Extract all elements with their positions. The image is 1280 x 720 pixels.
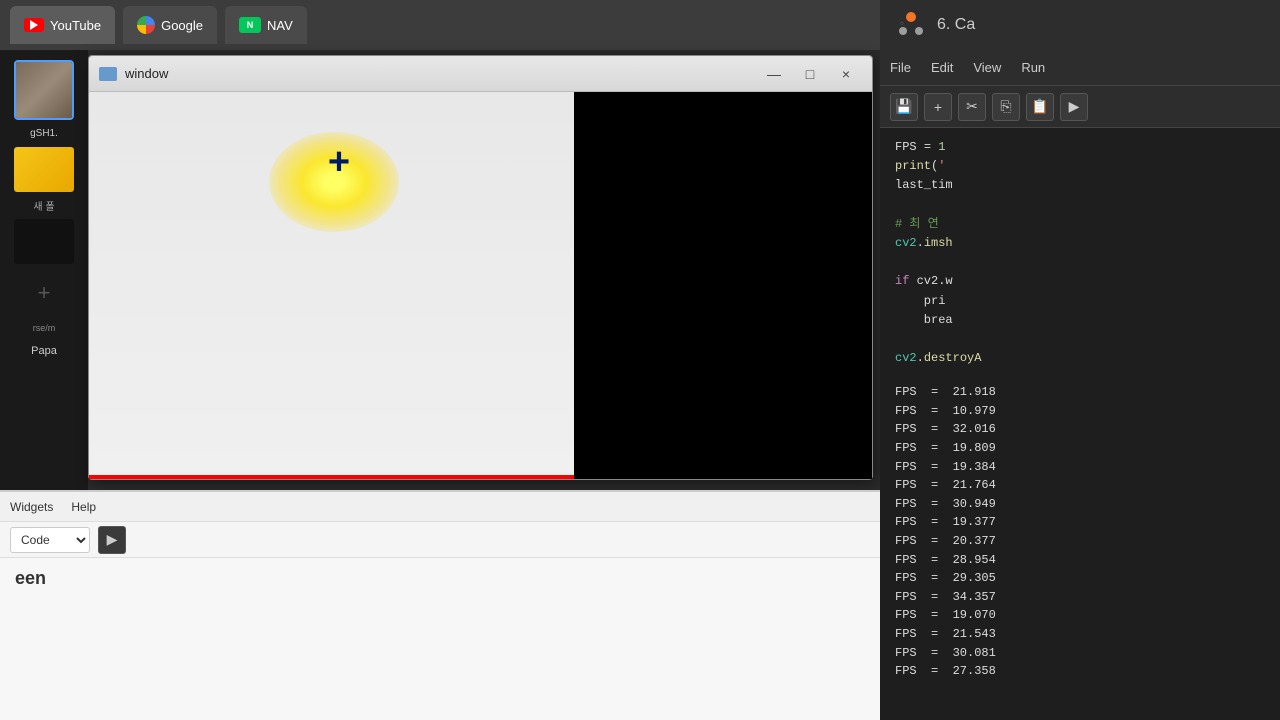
tab-google-label: Google	[161, 18, 203, 33]
sidebar-url: rse/m	[29, 321, 60, 335]
jupyter-title: 6. Ca	[937, 16, 975, 34]
tab-naver[interactable]: N NAV	[225, 6, 307, 44]
cv2-left-panel	[89, 92, 574, 479]
tab-youtube[interactable]: YouTube	[10, 6, 115, 44]
fps-line-1: FPS = 10.979	[895, 402, 1265, 421]
fps-line-7: FPS = 19.377	[895, 513, 1265, 532]
sidebar-label-1: gSH1.	[26, 126, 62, 141]
cv2-content	[89, 92, 872, 479]
menu-edit[interactable]: Edit	[931, 60, 953, 75]
code-line-destroy: cv2.destroyA	[895, 349, 1265, 368]
fps-line-3: FPS = 19.809	[895, 439, 1265, 458]
jupyter-panel: ○ 6. Ca File Edit View Run 💾 + ✂ ⎘ 📋 ▶ F…	[880, 0, 1280, 720]
cell-type-select[interactable]: Code	[10, 527, 90, 553]
toolbar-cut-btn[interactable]: ✂	[958, 93, 986, 121]
jupyter-header: ○ 6. Ca	[880, 0, 1280, 50]
notebook-menubar: Widgets Help	[0, 492, 880, 522]
code-line-comment: # 최 연	[895, 215, 1265, 234]
code-line-blank1	[895, 196, 1265, 215]
fps-line-10: FPS = 29.305	[895, 569, 1265, 588]
minimize-button[interactable]: —	[758, 63, 790, 85]
jupyter-logo-icon: ○	[895, 9, 927, 41]
code-line-if: if cv2.w	[895, 272, 1265, 291]
sidebar-thumb-1[interactable]	[14, 147, 74, 192]
code-line-brea: brea	[895, 311, 1265, 330]
cv2-titlebar: window — □ ×	[89, 56, 872, 92]
fps-line-4: FPS = 19.384	[895, 458, 1265, 477]
toolbar-copy-btn[interactable]: ⎘	[992, 93, 1020, 121]
fps-line-0: FPS = 21.918	[895, 383, 1265, 402]
menu-view[interactable]: View	[973, 60, 1001, 75]
sidebar-papa-label: Papa	[27, 341, 61, 361]
menu-run[interactable]: Run	[1021, 60, 1045, 75]
window-icon	[99, 67, 117, 81]
notebook-content: een	[0, 558, 880, 599]
code-line-fps-comment: FPS = 1	[895, 138, 1265, 157]
fps-line-9: FPS = 28.954	[895, 551, 1265, 570]
code-line-pri: pri	[895, 292, 1265, 311]
youtube-icon	[24, 18, 44, 32]
toolbar-paste-btn[interactable]: 📋	[1026, 93, 1054, 121]
fps-line-5: FPS = 21.764	[895, 476, 1265, 495]
fps-line-12: FPS = 19.070	[895, 606, 1265, 625]
code-line-imshow: cv2.imsh	[895, 234, 1265, 253]
naver-icon: N	[239, 17, 261, 33]
toolbar-add-btn[interactable]: +	[924, 93, 952, 121]
cv2-right-panel	[574, 92, 872, 479]
cell-label: een	[15, 568, 46, 588]
fps-line-11: FPS = 34.357	[895, 588, 1265, 607]
sidebar-avatar[interactable]	[14, 60, 74, 120]
sidebar-label-2: 새 폴	[33, 198, 54, 213]
toolbar-save-btn[interactable]: 💾	[890, 93, 918, 121]
code-line-last: last_tim	[895, 176, 1265, 195]
svg-text:○: ○	[900, 21, 904, 27]
jupyter-bottom: Widgets Help Code ▶ een	[0, 490, 880, 720]
fps-line-15: FPS = 27.358	[895, 662, 1265, 681]
menu-widgets[interactable]: Widgets	[10, 500, 53, 514]
tab-google[interactable]: Google	[123, 6, 217, 44]
sidebar-thumb-2[interactable]	[14, 219, 74, 264]
maximize-button[interactable]: □	[794, 63, 826, 85]
browser-tab-bar: YouTube Google N NAV	[0, 0, 880, 50]
google-icon	[137, 16, 155, 34]
window-title: window	[125, 66, 758, 81]
sidebar-add-button[interactable]: +	[14, 270, 74, 315]
window-controls: — □ ×	[758, 63, 862, 85]
fps-line-14: FPS = 30.081	[895, 644, 1265, 663]
avatar-image	[16, 62, 72, 118]
jupyter-menubar: File Edit View Run	[880, 50, 1280, 86]
crosshair-cursor	[319, 142, 359, 182]
notebook-toolbar: Code ▶	[0, 522, 880, 558]
jupyter-code-area: FPS = 1 print(' last_tim # 최 연 cv2.imsh …	[880, 128, 1280, 378]
code-line-blank2	[895, 253, 1265, 272]
fps-line-13: FPS = 21.543	[895, 625, 1265, 644]
code-line-blank3	[895, 330, 1265, 349]
toolbar-run-btn[interactable]: ▶	[98, 526, 126, 554]
toolbar-play-btn[interactable]: ▶	[1060, 93, 1088, 121]
jupyter-toolbar: 💾 + ✂ ⎘ 📋 ▶	[880, 86, 1280, 128]
code-line-print: print('	[895, 157, 1265, 176]
fps-line-8: FPS = 20.377	[895, 532, 1265, 551]
tab-naver-label: NAV	[267, 18, 293, 33]
close-button[interactable]: ×	[830, 63, 862, 85]
menu-file[interactable]: File	[890, 60, 911, 75]
fps-output-area: FPS = 21.918FPS = 10.979FPS = 32.016FPS …	[880, 378, 1280, 686]
fps-line-6: FPS = 30.949	[895, 495, 1265, 514]
cv2-window: window — □ ×	[88, 55, 873, 480]
menu-help[interactable]: Help	[71, 500, 96, 514]
tab-youtube-label: YouTube	[50, 18, 101, 33]
red-line	[89, 475, 574, 479]
fps-line-2: FPS = 32.016	[895, 420, 1265, 439]
